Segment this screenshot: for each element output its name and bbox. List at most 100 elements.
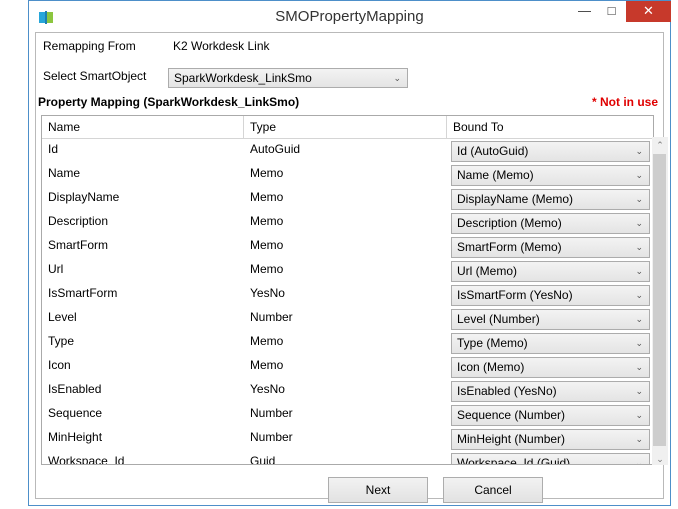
property-name: Name (48, 166, 81, 180)
smartobject-selected-value: SparkWorkdesk_LinkSmo (174, 71, 312, 85)
remapping-from-value: K2 Workdesk Link (173, 39, 270, 53)
bound-to-select[interactable]: Name (Memo) ⌄ (451, 165, 650, 186)
column-header-name[interactable]: Name (42, 116, 244, 138)
chevron-down-icon: ⌄ (635, 194, 643, 204)
bound-to-value: Description (Memo) (457, 216, 562, 230)
chevron-down-icon: ⌄ (635, 146, 643, 156)
bound-to-select[interactable]: DisplayName (Memo) ⌄ (451, 189, 650, 210)
chevron-down-icon: ⌄ (635, 386, 643, 396)
property-mapping-title: Property Mapping (SparkWorkdesk_LinkSmo) (38, 95, 300, 109)
property-name: DisplayName (48, 190, 120, 204)
table-row[interactable]: Description Memo Description (Memo) ⌄ (42, 211, 653, 235)
property-type: Memo (250, 334, 284, 348)
table-row[interactable]: Workspace_Id Guid Workspace_Id (Guid) ⌄ (42, 451, 653, 465)
bound-to-select[interactable]: Url (Memo) ⌄ (451, 261, 650, 282)
cancel-button[interactable]: Cancel (443, 477, 543, 503)
bound-to-select[interactable]: Type (Memo) ⌄ (451, 333, 650, 354)
bound-to-select[interactable]: Workspace_Id (Guid) ⌄ (451, 453, 650, 465)
bound-to-value: Workspace_Id (Guid) (457, 456, 571, 465)
property-type: Memo (250, 190, 284, 204)
property-type: Number (250, 406, 293, 420)
close-button[interactable]: ✕ (626, 1, 671, 22)
property-mapping-grid: Name Type Bound To Id AutoGuid Id (AutoGui… (41, 115, 654, 465)
property-name: Sequence (48, 406, 103, 420)
bound-to-select[interactable]: Description (Memo) ⌄ (451, 213, 650, 234)
column-header-bound-to[interactable]: Bound To (447, 116, 653, 138)
bound-to-value: Level (Number) (457, 312, 540, 326)
close-icon: ✕ (643, 3, 654, 18)
table-row[interactable]: SmartForm Memo SmartForm (Memo) ⌄ (42, 235, 653, 259)
chevron-down-icon: ⌄ (635, 266, 643, 276)
table-row[interactable]: Url Memo Url (Memo) ⌄ (42, 259, 653, 283)
select-smartobject-label: Select SmartObject (43, 69, 147, 83)
mapping-window: SMOPropertyMapping — □ ✕ Remapping From … (28, 0, 671, 506)
chevron-down-icon: ⌄ (635, 434, 643, 444)
property-type: Memo (250, 358, 284, 372)
bound-to-select[interactable]: MinHeight (Number) ⌄ (451, 429, 650, 450)
property-type: Number (250, 310, 293, 324)
table-row[interactable]: Id AutoGuid Id (AutoGuid) ⌄ (42, 139, 653, 163)
bound-to-value: Type (Memo) (457, 336, 528, 350)
table-row[interactable]: Name Memo Name (Memo) ⌄ (42, 163, 653, 187)
chevron-down-icon: ⌄ (635, 410, 643, 420)
bound-to-select[interactable]: IsSmartForm (YesNo) ⌄ (451, 285, 650, 306)
bound-to-value: DisplayName (Memo) (457, 192, 574, 206)
bound-to-select[interactable]: Id (AutoGuid) ⌄ (451, 141, 650, 162)
property-type: Memo (250, 214, 284, 228)
property-type: Number (250, 430, 293, 444)
chevron-down-icon: ⌄ (635, 338, 643, 348)
bound-to-select[interactable]: Sequence (Number) ⌄ (451, 405, 650, 426)
maximize-icon: □ (607, 3, 616, 18)
bound-to-value: MinHeight (Number) (457, 432, 566, 446)
table-row[interactable]: Sequence Number Sequence (Number) ⌄ (42, 403, 653, 427)
bound-to-value: Name (Memo) (457, 168, 534, 182)
scroll-up-icon[interactable]: ⌃ (652, 137, 668, 153)
property-name: IsEnabled (48, 382, 102, 396)
scroll-thumb[interactable] (653, 154, 666, 446)
table-row[interactable]: MinHeight Number MinHeight (Number) ⌄ (42, 427, 653, 451)
smartobject-select[interactable]: SparkWorkdesk_LinkSmo ⌄ (168, 68, 408, 88)
property-name: Id (48, 142, 59, 156)
property-name: IsSmartForm (48, 286, 118, 300)
property-name: Icon (48, 358, 71, 372)
bound-to-value: Sequence (Number) (457, 408, 566, 422)
bound-to-value: IsSmartForm (YesNo) (457, 288, 573, 302)
chevron-down-icon: ⌄ (635, 458, 643, 465)
bound-to-select[interactable]: IsEnabled (YesNo) ⌄ (451, 381, 650, 402)
minimize-icon: — (578, 3, 591, 18)
bound-to-select[interactable]: Icon (Memo) ⌄ (451, 357, 650, 378)
property-name: Type (48, 334, 75, 348)
table-row[interactable]: DisplayName Memo DisplayName (Memo) ⌄ (42, 187, 653, 211)
remapping-from-label: Remapping From (43, 39, 136, 53)
bound-to-select[interactable]: SmartForm (Memo) ⌄ (451, 237, 650, 258)
title-bar[interactable]: SMOPropertyMapping — □ ✕ (29, 1, 671, 32)
property-name: MinHeight (48, 430, 103, 444)
property-name: Url (48, 262, 64, 276)
table-row[interactable]: Type Memo Type (Memo) ⌄ (42, 331, 653, 355)
table-row[interactable]: Icon Memo Icon (Memo) ⌄ (42, 355, 653, 379)
property-type: Memo (250, 262, 284, 276)
grid-header: Name Type Bound To (42, 116, 653, 139)
minimize-button[interactable]: — (571, 1, 598, 22)
maximize-button[interactable]: □ (598, 1, 625, 22)
table-row[interactable]: IsEnabled YesNo IsEnabled (YesNo) ⌄ (42, 379, 653, 403)
property-type: Memo (250, 166, 284, 180)
chevron-down-icon: ⌄ (635, 242, 643, 252)
table-row[interactable]: IsSmartForm YesNo IsSmartForm (YesNo) ⌄ (42, 283, 653, 307)
chevron-down-icon: ⌄ (635, 218, 643, 228)
table-row[interactable]: Level Number Level (Number) ⌄ (42, 307, 653, 331)
chevron-down-icon: ⌄ (635, 290, 643, 300)
property-type: Memo (250, 238, 284, 252)
chevron-down-icon: ⌄ (635, 170, 643, 180)
property-type: YesNo (250, 286, 285, 300)
chevron-down-icon: ⌄ (635, 362, 643, 372)
scroll-down-icon[interactable]: ⌄ (652, 451, 668, 467)
column-header-type[interactable]: Type (244, 116, 447, 138)
bound-to-value: SmartForm (Memo) (457, 240, 562, 254)
next-button[interactable]: Next (328, 477, 428, 503)
chevron-down-icon: ⌄ (393, 73, 401, 83)
bound-to-select[interactable]: Level (Number) ⌄ (451, 309, 650, 330)
property-type: AutoGuid (250, 142, 301, 156)
bound-to-value: IsEnabled (YesNo) (457, 384, 557, 398)
property-name: Description (48, 214, 109, 228)
